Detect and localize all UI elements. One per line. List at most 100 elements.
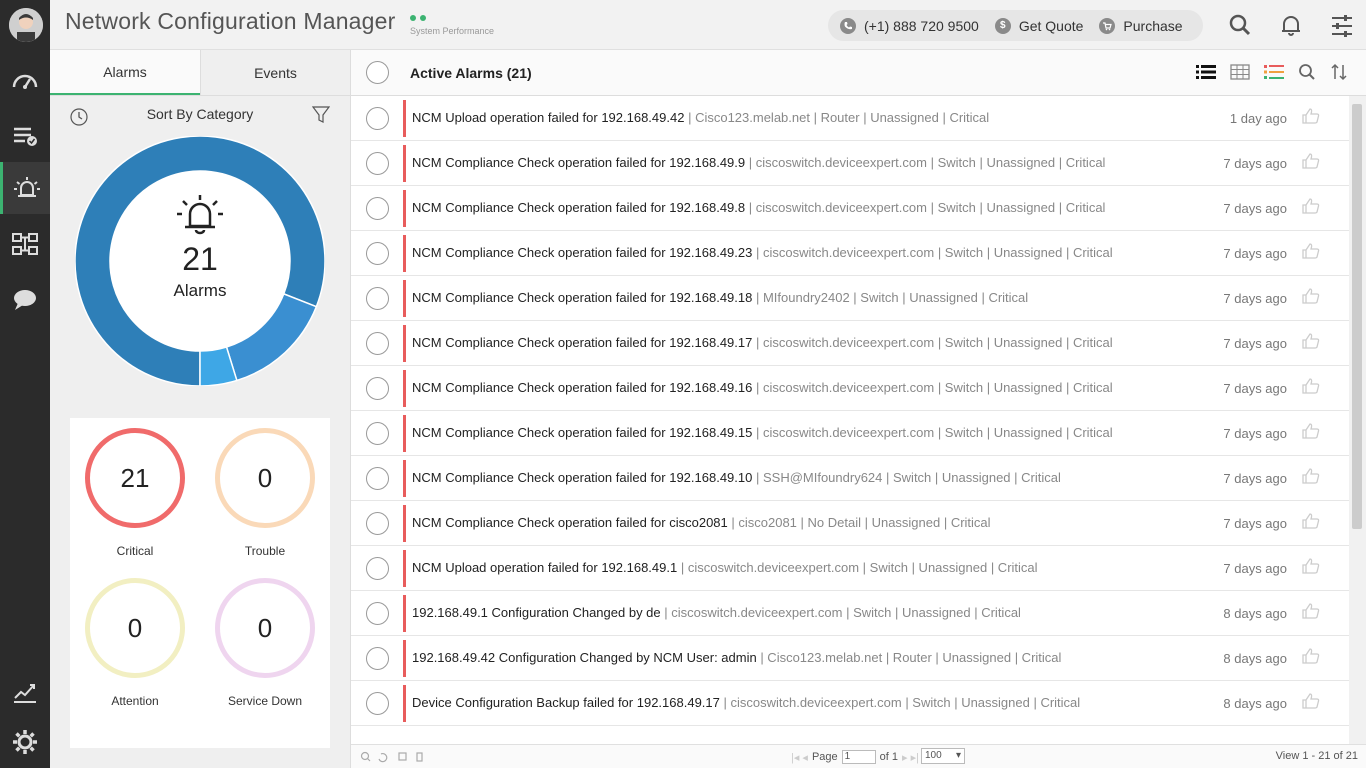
tab-events[interactable]: Events	[200, 50, 350, 95]
get-quote-link[interactable]: $ Get Quote	[994, 17, 1083, 34]
row-checkbox[interactable]	[366, 107, 389, 130]
tab-alarms[interactable]: Alarms	[50, 50, 200, 95]
search-icon	[1229, 14, 1251, 36]
user-avatar[interactable]	[9, 8, 43, 42]
alarm-text[interactable]: NCM Compliance Check operation failed fo…	[412, 335, 1113, 350]
alarm-row[interactable]: NCM Compliance Check operation failed fo…	[351, 321, 1349, 366]
row-checkbox[interactable]	[366, 152, 389, 175]
alarm-message: NCM Compliance Check operation failed fo…	[412, 515, 728, 530]
stat-trouble[interactable]: 0 Trouble	[200, 428, 330, 558]
alarm-text[interactable]: Device Configuration Backup failed for 1…	[412, 695, 1080, 710]
row-checkbox[interactable]	[366, 242, 389, 265]
thumbs-up-icon[interactable]	[1301, 332, 1321, 350]
alarm-row[interactable]: NCM Compliance Check operation failed fo…	[351, 276, 1349, 321]
alarm-text[interactable]: NCM Compliance Check operation failed fo…	[412, 200, 1105, 215]
thumbs-up-icon[interactable]	[1301, 242, 1321, 260]
alarm-text[interactable]: NCM Compliance Check operation failed fo…	[412, 290, 1028, 305]
alarm-list-panel: Active Alarms (21) NCM Upload operation …	[351, 50, 1366, 768]
alarm-text[interactable]: NCM Upload operation failed for 192.168.…	[412, 110, 989, 125]
alarm-text[interactable]: 192.168.49.1 Configuration Changed by de…	[412, 605, 1021, 620]
alarm-row[interactable]: NCM Compliance Check operation failed fo…	[351, 141, 1349, 186]
row-checkbox[interactable]	[366, 602, 389, 625]
purchase-link[interactable]: Purchase	[1099, 17, 1183, 34]
alarm-row[interactable]: Device Configuration Backup failed for 1…	[351, 681, 1349, 726]
alarm-row[interactable]: NCM Compliance Check operation failed fo…	[351, 186, 1349, 231]
alarm-text[interactable]: NCM Compliance Check operation failed fo…	[412, 425, 1113, 440]
status-dots[interactable]	[410, 15, 426, 21]
list-check-icon	[14, 127, 37, 146]
thumbs-up-icon[interactable]	[1301, 107, 1321, 125]
alarm-row[interactable]: NCM Compliance Check operation failed fo…	[351, 501, 1349, 546]
thumbs-up-icon[interactable]	[1301, 467, 1321, 485]
vertical-scrollbar[interactable]	[1349, 96, 1366, 746]
select-all-checkbox[interactable]	[366, 61, 389, 84]
alarm-text[interactable]: NCM Compliance Check operation failed fo…	[412, 245, 1113, 260]
thumbs-up-icon[interactable]	[1301, 287, 1321, 305]
severity-view-icon[interactable]	[1264, 64, 1284, 80]
row-checkbox[interactable]	[366, 557, 389, 580]
alarm-row[interactable]: 192.168.49.1 Configuration Changed by de…	[351, 591, 1349, 636]
filter-icon[interactable]	[312, 106, 330, 124]
alarm-row[interactable]: NCM Compliance Check operation failed fo…	[351, 366, 1349, 411]
notifications-button[interactable]	[1279, 13, 1303, 42]
alarm-text[interactable]: NCM Compliance Check operation failed fo…	[412, 380, 1113, 395]
row-checkbox[interactable]	[366, 287, 389, 310]
thumbs-up-icon[interactable]	[1301, 197, 1321, 215]
row-checkbox[interactable]	[366, 332, 389, 355]
next-last-arrows[interactable]: ▸ ▸|	[902, 751, 919, 764]
pager-tool-icons[interactable]	[359, 751, 423, 763]
thumbs-up-icon[interactable]	[1301, 377, 1321, 395]
alarm-time: 7 days ago	[1223, 561, 1287, 576]
phone-link[interactable]: (+1) 888 720 9500	[840, 17, 979, 34]
alarm-row[interactable]: NCM Compliance Check operation failed fo…	[351, 411, 1349, 456]
row-checkbox[interactable]	[366, 377, 389, 400]
list-view-icon[interactable]	[1196, 64, 1216, 80]
row-checkbox[interactable]	[366, 692, 389, 715]
thumbs-up-icon[interactable]	[1301, 512, 1321, 530]
first-prev-arrows[interactable]: |◂ ◂	[791, 751, 808, 764]
reports-nav[interactable]	[0, 666, 50, 718]
row-checkbox[interactable]	[366, 422, 389, 445]
alarm-row[interactable]: NCM Compliance Check operation failed fo…	[351, 456, 1349, 501]
scrollbar-thumb[interactable]	[1352, 104, 1362, 529]
per-page-select[interactable]: 100 ▾	[921, 748, 965, 764]
alarm-row[interactable]: NCM Upload operation failed for 192.168.…	[351, 546, 1349, 591]
system-performance-label[interactable]: System Performance	[410, 26, 494, 36]
settings-sliders-button[interactable]	[1330, 13, 1354, 44]
dashboard-nav[interactable]	[0, 54, 50, 106]
stat-critical[interactable]: 21 Critical	[70, 428, 200, 558]
thumbs-up-icon[interactable]	[1301, 647, 1321, 665]
row-checkbox[interactable]	[366, 512, 389, 535]
alarm-row[interactable]: 192.168.49.42 Configuration Changed by N…	[351, 636, 1349, 681]
alarm-text[interactable]: NCM Upload operation failed for 192.168.…	[412, 560, 1038, 575]
config-nav[interactable]	[0, 218, 50, 270]
alarm-text[interactable]: 192.168.49.42 Configuration Changed by N…	[412, 650, 1061, 665]
thumbs-up-icon[interactable]	[1301, 602, 1321, 620]
row-checkbox[interactable]	[366, 647, 389, 670]
row-checkbox[interactable]	[366, 197, 389, 220]
thumbs-up-icon[interactable]	[1301, 152, 1321, 170]
table-view-icon[interactable]	[1230, 64, 1250, 80]
chat-nav[interactable]	[0, 274, 50, 326]
alarm-text[interactable]: NCM Compliance Check operation failed fo…	[412, 470, 1061, 485]
settings-nav[interactable]	[0, 716, 50, 768]
alarm-text[interactable]: NCM Compliance Check operation failed fo…	[412, 515, 991, 530]
search-button[interactable]	[1228, 13, 1252, 42]
page-input[interactable]: 1	[841, 750, 876, 764]
alarms-nav[interactable]	[0, 162, 50, 214]
alarm-row[interactable]: NCM Upload operation failed for 192.168.…	[351, 96, 1349, 141]
row-checkbox[interactable]	[366, 467, 389, 490]
stat-service-down[interactable]: 0 Service Down	[200, 578, 330, 708]
inventory-nav[interactable]	[0, 110, 50, 162]
alarm-time: 7 days ago	[1223, 201, 1287, 216]
sort-icon[interactable]	[1330, 63, 1348, 81]
sort-by-category[interactable]: Sort By Category	[50, 106, 350, 122]
thumbs-up-icon[interactable]	[1301, 422, 1321, 440]
stat-attention[interactable]: 0 Attention	[70, 578, 200, 708]
search-icon[interactable]	[1298, 63, 1316, 81]
alarm-message: 192.168.49.42 Configuration Changed by N…	[412, 650, 757, 665]
alarm-row[interactable]: NCM Compliance Check operation failed fo…	[351, 231, 1349, 276]
alarm-text[interactable]: NCM Compliance Check operation failed fo…	[412, 155, 1105, 170]
thumbs-up-icon[interactable]	[1301, 557, 1321, 575]
thumbs-up-icon[interactable]	[1301, 692, 1321, 710]
